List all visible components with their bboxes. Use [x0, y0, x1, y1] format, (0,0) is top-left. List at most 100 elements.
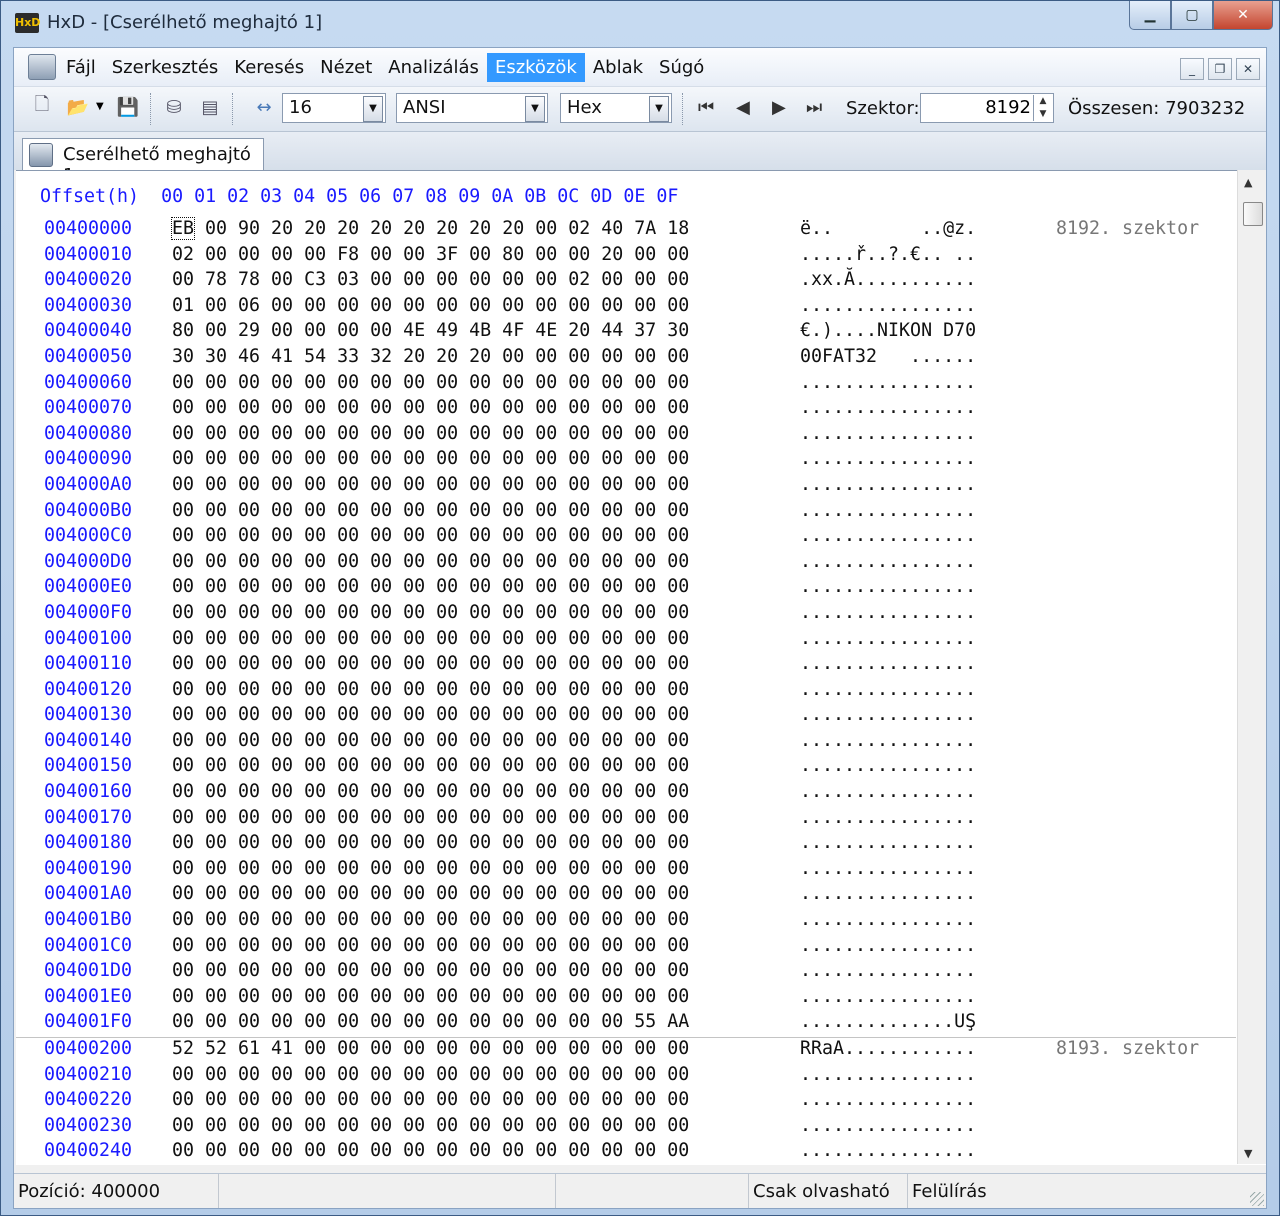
last-sector-icon[interactable]: ⏭: [806, 97, 822, 118]
hex-row[interactable]: 00400040 80 00 29 00 00 00 00 4E 49 4B 4F…: [16, 320, 1236, 346]
hex-row[interactable]: 004000E0 00 00 00 00 00 00 00 00 00 00 00…: [16, 576, 1236, 602]
hex-bytes[interactable]: 00 00 00 00 00 00 00 00 00 00 00 00 00 0…: [172, 500, 689, 521]
hex-bytes[interactable]: 00 00 00 00 00 00 00 00 00 00 00 00 00 0…: [172, 986, 689, 1007]
menu-item[interactable]: Analizálás: [380, 53, 487, 82]
hex-row[interactable]: 00400140 00 00 00 00 00 00 00 00 00 00 00…: [16, 730, 1236, 756]
hex-row[interactable]: 004001A0 00 00 00 00 00 00 00 00 00 00 00…: [16, 883, 1236, 909]
sector-spinner[interactable]: ▲ ▼: [1033, 95, 1052, 121]
hex-bytes[interactable]: 00 00 00 00 00 00 00 00 00 00 00 00 00 0…: [172, 755, 689, 776]
hex-bytes[interactable]: 00 00 00 00 00 00 00 00 00 00 00 00 00 0…: [172, 704, 689, 725]
hex-row[interactable]: 004001E0 00 00 00 00 00 00 00 00 00 00 00…: [16, 986, 1236, 1012]
text-dump[interactable]: ................: [800, 935, 976, 956]
hex-row[interactable]: 00400100 00 00 00 00 00 00 00 00 00 00 00…: [16, 628, 1236, 654]
hex-bytes[interactable]: 00 00 00 00 00 00 00 00 00 00 00 00 00 0…: [172, 883, 689, 904]
scroll-thumb[interactable]: [1243, 202, 1263, 226]
hex-row[interactable]: 00400090 00 00 00 00 00 00 00 00 00 00 00…: [16, 448, 1236, 474]
text-dump[interactable]: ................: [800, 397, 976, 418]
save-disk-icon[interactable]: 💾: [116, 95, 140, 119]
text-dump[interactable]: ................: [800, 832, 976, 853]
hex-row[interactable]: 00400220 00 00 00 00 00 00 00 00 00 00 00…: [16, 1089, 1236, 1115]
hex-row[interactable]: 004001D0 00 00 00 00 00 00 00 00 00 00 00…: [16, 960, 1236, 986]
text-dump[interactable]: ................: [800, 500, 976, 521]
menu-item[interactable]: Keresés: [226, 53, 312, 82]
hex-row[interactable]: 00400050 30 30 46 41 54 33 32 20 20 20 00…: [16, 346, 1236, 372]
document-system-menu-icon[interactable]: [28, 54, 56, 80]
text-dump[interactable]: ................: [800, 858, 976, 879]
hex-bytes[interactable]: 00 00 00 00 00 00 00 00 00 00 00 00 00 0…: [172, 448, 689, 469]
text-dump[interactable]: ................: [800, 576, 976, 597]
hex-bytes[interactable]: 00 00 00 00 00 00 00 00 00 00 00 00 00 0…: [172, 1089, 689, 1110]
hex-row[interactable]: 00400230 00 00 00 00 00 00 00 00 00 00 00…: [16, 1115, 1236, 1141]
text-dump[interactable]: ................: [800, 423, 976, 444]
hex-editor[interactable]: Offset(h) 00 01 02 03 04 05 06 07 08 09 …: [16, 170, 1266, 1165]
text-dump[interactable]: ................: [800, 1089, 976, 1110]
text-dump[interactable]: 00FAT32 ......: [800, 346, 976, 367]
hex-row[interactable]: 004000D0 00 00 00 00 00 00 00 00 00 00 00…: [16, 551, 1236, 577]
hex-bytes[interactable]: 00 00 00 00 00 00 00 00 00 00 00 00 00 0…: [172, 679, 689, 700]
scroll-up-icon[interactable]: ▲: [1244, 176, 1252, 189]
open-disk-icon[interactable]: ⛁: [162, 95, 186, 119]
hex-row[interactable]: 00400200 52 52 61 41 00 00 00 00 00 00 00…: [16, 1037, 1236, 1064]
first-sector-icon[interactable]: ⏮: [698, 97, 714, 118]
hex-row[interactable]: 004001B0 00 00 00 00 00 00 00 00 00 00 00…: [16, 909, 1236, 935]
menu-item[interactable]: Nézet: [312, 53, 380, 82]
text-dump[interactable]: ................: [800, 679, 976, 700]
hex-row[interactable]: 00400130 00 00 00 00 00 00 00 00 00 00 00…: [16, 704, 1236, 730]
menu-item[interactable]: Szerkesztés: [104, 53, 227, 82]
hex-row[interactable]: 00400070 00 00 00 00 00 00 00 00 00 00 00…: [16, 397, 1236, 423]
open-dropdown-arrow-icon[interactable]: ▼: [96, 101, 104, 127]
text-dump[interactable]: ................: [800, 525, 976, 546]
hex-bytes[interactable]: 00 00 00 00 00 00 00 00 00 00 00 00 00 0…: [172, 807, 689, 828]
hex-row[interactable]: 00400010 02 00 00 00 00 F8 00 00 3F 00 80…: [16, 244, 1236, 270]
hex-bytes[interactable]: 00 00 00 00 00 00 00 00 00 00 00 00 00 0…: [172, 576, 689, 597]
hex-row[interactable]: 00400020 00 78 78 00 C3 03 00 00 00 00 00…: [16, 269, 1236, 295]
hex-bytes[interactable]: 00 00 00 00 00 00 00 00 00 00 00 00 00 0…: [172, 832, 689, 853]
hex-bytes[interactable]: 02 00 00 00 00 F8 00 00 3F 00 80 00 00 2…: [172, 244, 689, 265]
chevron-down-icon[interactable]: ▼: [525, 96, 545, 122]
hex-row[interactable]: 004001F0 00 00 00 00 00 00 00 00 00 00 00…: [16, 1011, 1236, 1037]
hex-row[interactable]: 004000A0 00 00 00 00 00 00 00 00 00 00 00…: [16, 474, 1236, 500]
hex-bytes[interactable]: 01 00 06 00 00 00 00 00 00 00 00 00 00 0…: [172, 295, 689, 316]
charset-select[interactable]: ANSI ▼: [396, 93, 548, 123]
text-dump[interactable]: ................: [800, 602, 976, 623]
menu-item[interactable]: Eszközök: [486, 53, 585, 82]
hex-bytes[interactable]: 00 00 00 00 00 00 00 00 00 00 00 00 00 0…: [172, 1011, 689, 1032]
hex-bytes[interactable]: 52 52 61 41 00 00 00 00 00 00 00 00 00 0…: [172, 1038, 689, 1059]
chevron-down-icon[interactable]: ▼: [363, 96, 383, 122]
mdi-restore-button[interactable]: ❐: [1208, 58, 1232, 80]
text-dump[interactable]: ................: [800, 1115, 976, 1136]
bytes-per-row-select[interactable]: 16 ▼: [282, 93, 386, 123]
hex-row[interactable]: 00400060 00 00 00 00 00 00 00 00 00 00 00…: [16, 372, 1236, 398]
menu-item[interactable]: Ablak: [585, 53, 651, 82]
scroll-down-icon[interactable]: ▼: [1244, 1147, 1252, 1160]
open-folder-icon[interactable]: 📂: [66, 95, 90, 119]
next-sector-icon[interactable]: ▶: [772, 97, 786, 118]
resize-grip-icon[interactable]: [1250, 1192, 1264, 1206]
vertical-scrollbar[interactable]: ▲ ▼: [1237, 170, 1266, 1164]
hex-bytes[interactable]: 00 00 00 00 00 00 00 00 00 00 00 00 00 0…: [172, 781, 689, 802]
text-dump[interactable]: ................: [800, 807, 976, 828]
hex-bytes[interactable]: 00 00 00 00 00 00 00 00 00 00 00 00 00 0…: [172, 858, 689, 879]
display-mode-select[interactable]: Hex ▼: [560, 93, 672, 123]
hex-bytes[interactable]: 00 00 00 00 00 00 00 00 00 00 00 00 00 0…: [172, 653, 689, 674]
text-dump[interactable]: ................: [800, 986, 976, 1007]
text-dump[interactable]: ................: [800, 1140, 976, 1161]
text-dump[interactable]: ................: [800, 448, 976, 469]
close-button[interactable]: ✕: [1213, 1, 1273, 30]
hex-bytes[interactable]: 00 00 00 00 00 00 00 00 00 00 00 00 00 0…: [172, 423, 689, 444]
tab-removable-drive-1[interactable]: Cserélhető meghajtó 1: [22, 138, 264, 186]
hex-row[interactable]: 00400240 00 00 00 00 00 00 00 00 00 00 00…: [16, 1140, 1236, 1166]
hex-bytes[interactable]: 00 00 00 00 00 00 00 00 00 00 00 00 00 0…: [172, 372, 689, 393]
text-dump[interactable]: ................: [800, 755, 976, 776]
hex-row[interactable]: 00400180 00 00 00 00 00 00 00 00 00 00 00…: [16, 832, 1236, 858]
hex-row[interactable]: 004000F0 00 00 00 00 00 00 00 00 00 00 00…: [16, 602, 1236, 628]
text-dump[interactable]: ..............UŞ: [800, 1011, 976, 1032]
hex-row[interactable]: 004000B0 00 00 00 00 00 00 00 00 00 00 00…: [16, 500, 1236, 526]
hex-bytes[interactable]: 00 00 00 00 00 00 00 00 00 00 00 00 00 0…: [172, 935, 689, 956]
menu-item[interactable]: Súgó: [651, 53, 712, 82]
hex-row[interactable]: 004000C0 00 00 00 00 00 00 00 00 00 00 00…: [16, 525, 1236, 551]
hex-bytes[interactable]: 00 00 00 00 00 00 00 00 00 00 00 00 00 0…: [172, 628, 689, 649]
hex-row[interactable]: 00400150 00 00 00 00 00 00 00 00 00 00 00…: [16, 755, 1236, 781]
cursor-byte[interactable]: EB: [170, 217, 196, 240]
hex-bytes[interactable]: 00 00 00 00 00 00 00 00 00 00 00 00 00 0…: [172, 1140, 689, 1161]
